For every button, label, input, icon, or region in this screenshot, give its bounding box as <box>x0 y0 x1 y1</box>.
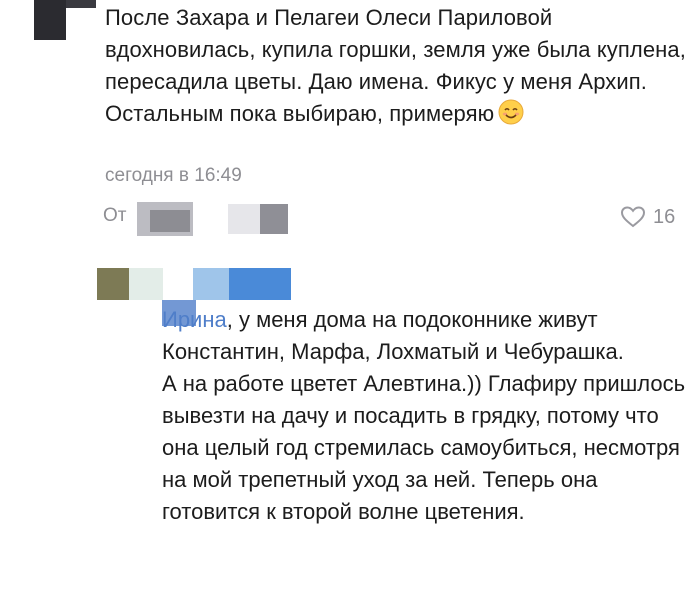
avatar-blur <box>129 268 163 300</box>
author-name-blur <box>229 268 291 300</box>
reply-comment-text: Ирина, у меня дома на подоконнике живут … <box>162 304 692 528</box>
comment-text: После Захара и Пелагеи Олеси Париловой в… <box>105 2 695 130</box>
heart-icon <box>620 206 646 228</box>
reply-target-blur <box>260 204 288 234</box>
comment-timestamp: сегодня в 16:49 <box>105 165 242 186</box>
smiling-face-icon <box>498 99 524 125</box>
like-button[interactable]: 16 <box>620 205 675 229</box>
mention-link[interactable]: Ирина <box>162 307 227 332</box>
avatar[interactable] <box>34 0 66 40</box>
author-name-blur <box>193 268 229 300</box>
reply-author-blur <box>150 210 190 232</box>
avatar-blur <box>97 268 129 300</box>
like-count: 16 <box>653 205 676 228</box>
reply-author-label[interactable]: От <box>103 205 126 227</box>
reply-body: , у меня дома на подоконнике живут Конст… <box>162 307 624 364</box>
reply-target-blur <box>228 204 260 234</box>
comment-body: После Захара и Пелагеи Олеси Париловой в… <box>105 5 686 126</box>
avatar-blur <box>66 0 96 8</box>
reply-body-continued: А на работе цветет Алевтина.)) Глафиру п… <box>162 371 686 524</box>
